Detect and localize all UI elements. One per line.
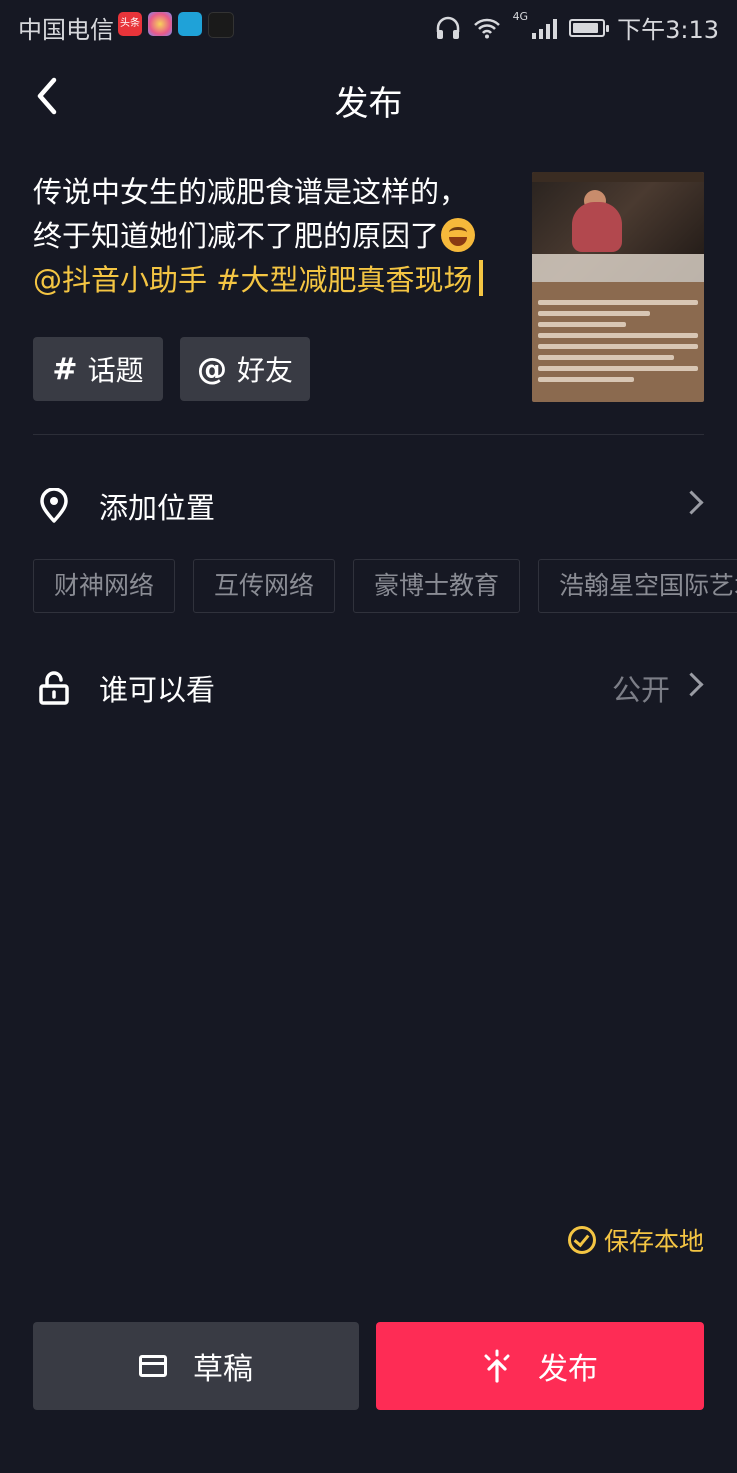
video-cover-thumbnail[interactable] xyxy=(532,172,704,402)
caption-line-1: 传说中女生的减肥食谱是这样的， xyxy=(33,175,469,209)
topic-button[interactable]: # 话题 xyxy=(33,337,163,401)
toutiao-app-icon: 头条 xyxy=(118,12,142,36)
location-chip[interactable]: 浩翰星空国际艺术 xyxy=(538,559,737,613)
laughing-emoji-icon xyxy=(441,218,476,252)
privacy-row[interactable]: 谁可以看 公开 xyxy=(33,658,704,718)
privacy-value: 公开 xyxy=(611,673,670,707)
caption-input[interactable]: 传说中女生的减肥食谱是这样的， 终于知道她们减不了肥的原因了 @抖音小助手 #大… xyxy=(33,170,513,302)
carrier-name: 中国电信 xyxy=(18,16,114,44)
status-bar: 中国电信 头条 4G 下午3:13 xyxy=(0,0,737,52)
book-app-icon xyxy=(178,12,202,36)
network-type: 4G xyxy=(512,10,529,23)
signal-icon xyxy=(532,17,558,39)
page-title: 发布 xyxy=(334,84,403,124)
location-chip[interactable]: 豪博士教育 xyxy=(353,559,521,613)
save-local-toggle[interactable]: 保存本地 xyxy=(567,1222,704,1258)
location-suggestions: 财神网络互传网络豪博士教育浩翰星空国际艺术 xyxy=(33,559,737,613)
friend-button-label: 好友 xyxy=(236,354,293,387)
location-chip[interactable]: 互传网络 xyxy=(193,559,336,613)
publish-button[interactable]: 发布 xyxy=(376,1322,704,1410)
chevron-right-icon xyxy=(679,490,704,515)
privacy-label: 谁可以看 xyxy=(99,673,216,707)
status-right: 4G 下午3:13 xyxy=(435,10,719,45)
hashtag-text[interactable]: #大型减肥真香现场 xyxy=(216,263,472,297)
circle-app-icon xyxy=(208,12,234,38)
notification-icons: 头条 xyxy=(118,12,234,38)
draft-button[interactable]: 草稿 xyxy=(33,1322,359,1410)
divider xyxy=(33,434,704,435)
draft-box-icon xyxy=(139,1355,167,1377)
mention-text[interactable]: @抖音小助手 xyxy=(33,263,207,297)
hash-icon: # xyxy=(52,351,78,387)
wifi-icon xyxy=(473,18,500,38)
unlock-icon xyxy=(39,671,69,705)
location-chip[interactable]: 财神网络 xyxy=(33,559,176,613)
chevron-right-icon xyxy=(679,672,704,697)
add-location-label: 添加位置 xyxy=(99,491,216,525)
battery-icon xyxy=(569,18,610,37)
publish-button-label: 发布 xyxy=(538,1352,598,1387)
draft-button-label: 草稿 xyxy=(193,1352,253,1387)
add-location-row[interactable]: 添加位置 xyxy=(33,476,704,536)
nav-bar: 发布 xyxy=(0,60,737,132)
clock: 下午3:13 xyxy=(617,16,719,44)
caption-line-2: 终于知道她们减不了肥的原因了 xyxy=(33,219,440,253)
text-cursor xyxy=(478,260,483,296)
checkmark-circle-icon xyxy=(567,1226,596,1254)
topic-button-label: 话题 xyxy=(87,354,144,387)
app-icon-colorful xyxy=(148,12,172,36)
location-pin-icon xyxy=(40,488,68,523)
headphones-icon xyxy=(436,16,459,39)
save-local-label: 保存本地 xyxy=(603,1227,704,1256)
friend-button[interactable]: @ 好友 xyxy=(180,337,310,401)
at-icon: @ xyxy=(196,351,227,387)
publish-sparkle-icon xyxy=(484,1349,510,1383)
